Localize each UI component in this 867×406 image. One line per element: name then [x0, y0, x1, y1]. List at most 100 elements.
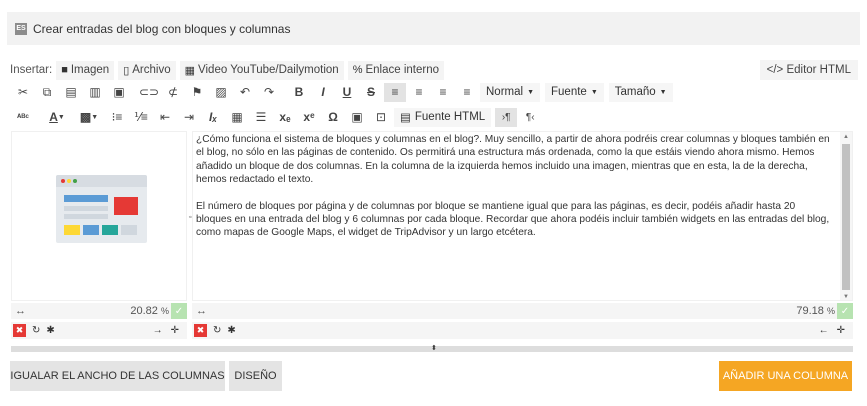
scroll-down-icon[interactable]: ▼ — [840, 294, 852, 300]
bulleted-list-icon[interactable]: ⁝≡ — [106, 108, 128, 127]
rtl-icon[interactable]: ¶ ‹ — [519, 108, 541, 127]
gear-icon[interactable]: ✱ — [227, 325, 235, 336]
column-1-content[interactable] — [11, 131, 187, 301]
source-html-button[interactable]: ▤ Fuente HTML — [394, 107, 492, 127]
insert-image-label: Imagen — [70, 64, 110, 76]
add-column-label: AÑADIR UNA COLUMNA — [722, 370, 849, 382]
strikethrough-icon[interactable]: S — [360, 83, 382, 102]
spellcheck-icon[interactable]: ᴬᴮᶜ — [12, 108, 34, 127]
language-badge: ES — [15, 22, 27, 35]
iframe-icon[interactable]: ▣ — [346, 108, 368, 127]
page-title: Crear entradas del blog con bloques y co… — [33, 21, 291, 36]
percent-sign: % — [160, 306, 169, 316]
move-left-icon[interactable]: ← — [819, 325, 829, 336]
rotate-icon[interactable]: ↻ — [32, 325, 40, 336]
text-color-icon[interactable]: A ▼ — [42, 108, 72, 127]
title-bar: ES Crear entradas del blog con bloques y… — [7, 12, 860, 45]
confirm-width-button[interactable]: ✓ — [171, 303, 187, 319]
browser-illustration-image — [56, 175, 147, 243]
scroll-up-icon[interactable]: ▲ — [840, 134, 852, 140]
table-icon[interactable]: ▦ — [226, 108, 248, 127]
column-2-controls: ✖ ↻ ✱ ← ✛ — [192, 322, 853, 339]
percent-sign: % — [826, 306, 835, 316]
cut-icon[interactable]: ✂ — [12, 83, 34, 102]
find-icon[interactable]: ⊡ — [370, 108, 392, 127]
column-1-controls: ✖ ↻ ✱ → ✛ — [11, 322, 187, 339]
align-left-icon[interactable]: ≡ — [384, 82, 406, 102]
rotate-icon[interactable]: ↻ — [213, 325, 221, 336]
horizontal-line-icon[interactable]: ☰ — [250, 108, 272, 127]
insert-label: Insertar: — [10, 64, 53, 76]
insert-file-label: Archivo — [132, 64, 171, 76]
image-icon[interactable]: ▨ — [210, 83, 232, 102]
redo-icon[interactable]: ↷ — [258, 83, 280, 102]
gear-icon[interactable]: ✱ — [46, 325, 54, 336]
add-column-button[interactable]: AÑADIR UNA COLUMNA — [719, 361, 852, 391]
editor-html-label: </> Editor HTML — [766, 64, 851, 76]
design-button[interactable]: DISEÑO — [229, 361, 282, 391]
chevron-down-icon: ▼ — [590, 88, 598, 96]
subscript-icon[interactable]: xₑ — [274, 108, 296, 127]
paste-icon[interactable]: ▤ — [60, 83, 82, 102]
editor-page: ES Crear entradas del blog con bloques y… — [0, 0, 867, 406]
move-icon[interactable]: ✛ — [171, 325, 179, 336]
background-color-icon[interactable]: ▩ ▼ — [74, 108, 104, 127]
align-center-icon[interactable]: ≡ — [408, 83, 430, 102]
insert-link-label: Enlace interno — [365, 64, 439, 76]
insert-file-button[interactable]: ▯ Archivo — [118, 60, 176, 80]
column-2-width-row: ↔ 79.18 % ✓ — [192, 303, 853, 319]
underline-icon[interactable]: U — [336, 83, 358, 102]
insert-link-button[interactable]: % Enlace interno — [347, 60, 444, 80]
size-dropdown[interactable]: Tamaño ▼ — [608, 82, 673, 102]
source-icon: ▤ — [400, 112, 411, 124]
undo-icon[interactable]: ↶ — [234, 83, 256, 102]
equalize-columns-button[interactable]: IGUALAR EL ANCHO DE LAS COLUMNAS — [10, 361, 225, 391]
width-arrows-icon: ↔ — [196, 305, 207, 317]
outdent-icon[interactable]: ⇤ — [154, 108, 176, 127]
paste-text-icon[interactable]: ▥ — [84, 83, 106, 102]
confirm-width-button[interactable]: ✓ — [837, 303, 853, 319]
unlink-icon[interactable]: ⊄ — [162, 83, 184, 102]
source-html-label: Fuente HTML — [414, 111, 486, 123]
insert-video-button[interactable]: ▦ Video YouTube/Dailymotion — [179, 60, 344, 80]
ltr-icon[interactable]: › ¶ — [495, 107, 518, 127]
superscript-icon[interactable]: xᵉ — [298, 108, 320, 127]
format-toolbar-2: ᴬᴮᶜ A ▼ ▩ ▼ ⁝≡ ⅟≡ ⇤ ⇥ Iₓ ▦ ☰ xₑ xᵉ Ω ▣ ⊡ ▤… — [12, 107, 543, 127]
numbered-list-icon[interactable]: ⅟≡ — [130, 108, 152, 127]
align-right-icon[interactable]: ≡ — [432, 83, 454, 102]
font-dropdown-label: Fuente — [551, 86, 587, 98]
column-2-text[interactable]: ¿Cómo funciona el sistema de bloques y c… — [196, 133, 831, 253]
size-dropdown-label: Tamaño — [614, 86, 656, 98]
format-dropdown[interactable]: Normal ▼ — [480, 82, 540, 102]
width-arrows-icon: ↔ — [15, 305, 26, 317]
align-justify-icon[interactable]: ≡ — [456, 83, 478, 102]
copy-icon[interactable]: ⧉ — [36, 83, 58, 102]
delete-column-icon[interactable]: ✖ — [13, 324, 26, 337]
editor-html-button[interactable]: </> Editor HTML — [759, 60, 858, 80]
link-icon[interactable]: ⊂⊃ — [138, 83, 160, 102]
file-icon: ▯ — [123, 64, 130, 77]
vertical-scrollbar[interactable]: ▲ ▼ — [840, 132, 852, 300]
bold-icon[interactable]: B — [288, 83, 310, 102]
chevron-down-icon: ▼ — [527, 88, 534, 96]
move-icon[interactable]: ✛ — [837, 325, 845, 336]
remove-format-icon[interactable]: Iₓ — [202, 108, 224, 127]
scrollbar-thumb[interactable] — [842, 144, 850, 290]
format-toolbar-1: ✂ ⧉ ▤ ▥ ▣ ⊂⊃ ⊄ ⚑ ▨ ↶ ↷ B I U S ≡ ≡ ≡ ≡ N… — [12, 82, 678, 102]
paragraph-1: ¿Cómo funciona el sistema de bloques y c… — [196, 134, 830, 186]
special-char-icon[interactable]: Ω — [322, 108, 344, 127]
insert-image-button[interactable]: ■ Imagen — [56, 60, 115, 80]
move-right-icon[interactable]: → — [153, 325, 163, 336]
indent-icon[interactable]: ⇥ — [178, 108, 200, 127]
column-1-width-value[interactable]: 20.82 — [130, 305, 158, 317]
delete-column-icon[interactable]: ✖ — [194, 324, 207, 337]
paragraph-2: El número de bloques por página y de col… — [196, 200, 830, 239]
italic-icon[interactable]: I — [312, 83, 334, 102]
block-resize-bar[interactable]: ⬍ — [11, 345, 853, 352]
column-2-width-value[interactable]: 79.18 — [796, 305, 824, 317]
paste-word-icon[interactable]: ▣ — [108, 83, 130, 102]
font-dropdown[interactable]: Fuente ▼ — [545, 82, 604, 102]
anchor-flag-icon[interactable]: ⚑ — [186, 83, 208, 102]
column-2-content[interactable]: ¿Cómo funciona el sistema de bloques y c… — [192, 131, 853, 301]
chevron-down-icon: ▼ — [659, 88, 667, 96]
